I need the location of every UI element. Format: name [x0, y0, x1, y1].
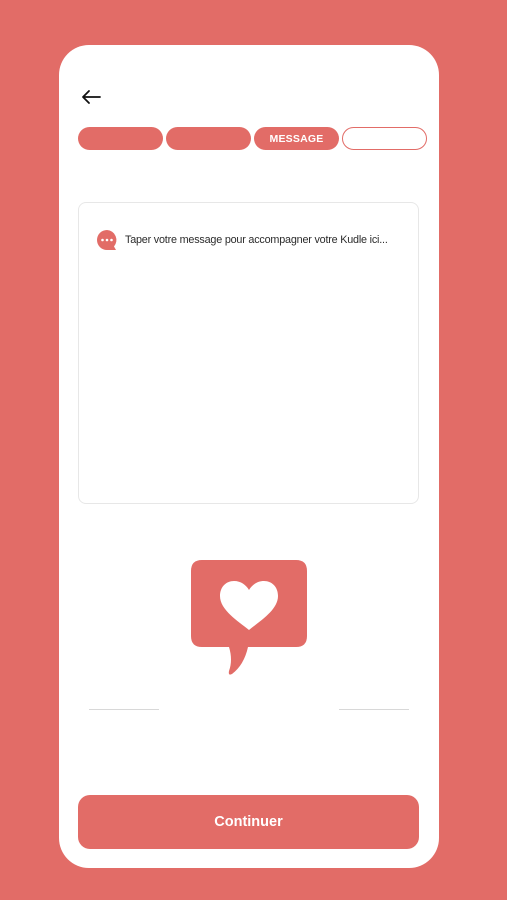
- divider-right: [339, 709, 409, 710]
- message-input[interactable]: Taper votre message pour accompagner vot…: [78, 202, 419, 504]
- progress-steps: MESSAGE: [78, 127, 427, 150]
- step-1: [78, 127, 163, 150]
- step-4: [342, 127, 427, 150]
- divider-left: [89, 709, 159, 710]
- phone-screen: MESSAGE Taper votre message pour accompa…: [59, 45, 439, 868]
- arrow-left-icon: [82, 90, 101, 104]
- step-2: [166, 127, 251, 150]
- heart-speech-bubble-icon: [191, 560, 307, 675]
- chat-bubble-dots-icon: [97, 230, 117, 250]
- continue-button[interactable]: Continuer: [78, 795, 419, 849]
- step-message: MESSAGE: [254, 127, 339, 150]
- message-placeholder-row: Taper votre message pour accompagner vot…: [95, 228, 388, 252]
- back-button[interactable]: [79, 85, 103, 109]
- message-placeholder: Taper votre message pour accompagner vot…: [125, 234, 388, 246]
